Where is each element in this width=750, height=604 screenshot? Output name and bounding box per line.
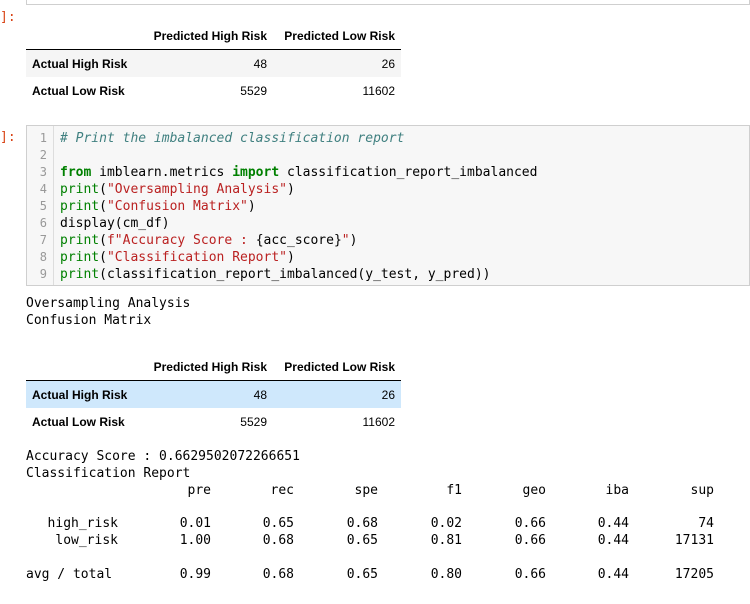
- report-cell: 0.66: [514, 567, 546, 582]
- report-cell: 0.68: [346, 516, 378, 531]
- code-line: print("Classification Report"): [60, 250, 295, 265]
- index-header: [26, 353, 144, 381]
- table-row: Actual High Risk 48 26: [26, 380, 401, 408]
- report-cell: 0.99: [179, 567, 211, 582]
- table-cell: 11602: [362, 414, 395, 429]
- column-header: Predicted High Risk: [144, 353, 267, 381]
- report-column-header: f1: [446, 483, 462, 498]
- report-row-label: high_risk: [47, 516, 118, 531]
- output-text: Confusion Matrix: [26, 313, 152, 328]
- report-cell: 0.65: [346, 567, 378, 582]
- report-cell: 0.66: [514, 516, 546, 531]
- report-cell: 0.68: [262, 533, 294, 548]
- code-line: # Print the imbalanced classification re…: [60, 131, 405, 146]
- report-cell: 0.44: [597, 516, 629, 531]
- confusion-matrix-table-output: Predicted High Risk Predicted Low Risk A…: [26, 353, 401, 435]
- table-cell: 48: [253, 387, 267, 402]
- report-column-header: spe: [354, 483, 378, 498]
- report-column-header: rec: [270, 483, 294, 498]
- row-label: Actual Low Risk: [32, 414, 125, 429]
- line-number: 2: [39, 148, 47, 162]
- line-number: 4: [39, 182, 47, 196]
- table-cell: 11602: [362, 83, 395, 98]
- line-number: 6: [39, 216, 47, 230]
- report-cell: 0.01: [179, 516, 211, 531]
- report-cell: 0.44: [597, 567, 629, 582]
- table-cell: 26: [381, 56, 395, 71]
- report-row-label: avg / total: [26, 567, 113, 582]
- column-header: Predicted Low Risk: [267, 353, 401, 381]
- table-row: Actual Low Risk 5529 11602: [26, 77, 401, 104]
- report-cell: 0.68: [262, 567, 294, 582]
- column-header: Predicted Low Risk: [267, 22, 401, 50]
- report-column-header: geo: [522, 483, 546, 498]
- report-cell: 0.81: [430, 533, 462, 548]
- report-cell: 0.44: [597, 533, 629, 548]
- report-cell: 74: [698, 516, 714, 531]
- gutter-divider: [53, 126, 54, 285]
- report-column-header: pre: [187, 483, 211, 498]
- code-line: print("Oversampling Analysis"): [60, 182, 295, 197]
- table-row: Actual High Risk 48 26: [26, 49, 401, 77]
- code-line: print("Confusion Matrix"): [60, 199, 256, 214]
- table-cell: 48: [253, 56, 267, 71]
- table-row: Actual Low Risk 5529 11602: [26, 408, 401, 435]
- code-line: print(classification_report_imbalanced(y…: [60, 267, 491, 282]
- line-number: 3: [39, 165, 47, 179]
- row-label: Actual High Risk: [32, 56, 128, 71]
- code-cell-editor[interactable]: 1 2 3 4 5 6 7 8 9 # Print the imbalanced…: [26, 125, 750, 286]
- report-cell: 0.80: [430, 567, 462, 582]
- table-cell: 5529: [240, 83, 267, 98]
- confusion-matrix-table: Predicted High Risk Predicted Low Risk A…: [26, 22, 401, 104]
- code-line: from imblearn.metrics import classificat…: [60, 165, 538, 180]
- code-line: print(f"Accuracy Score : {acc_score}"): [60, 233, 358, 248]
- line-number: 7: [39, 233, 47, 247]
- report-cell: 0.66: [514, 533, 546, 548]
- code-line: display(cm_df): [60, 216, 170, 231]
- report-title: Classification Report: [26, 466, 191, 481]
- line-number: 8: [39, 250, 47, 264]
- accuracy-score: Accuracy Score : 0.6629502072266651: [26, 449, 300, 464]
- report-column-header: sup: [690, 483, 714, 498]
- index-header: [26, 22, 144, 50]
- previous-cell-border: [26, 0, 750, 5]
- output-prompt: ]:: [0, 10, 16, 25]
- report-cell: 1.00: [179, 533, 211, 548]
- row-label: Actual Low Risk: [32, 83, 125, 98]
- table-cell: 5529: [240, 414, 267, 429]
- input-prompt: ]:: [0, 130, 16, 145]
- report-cell: 0.65: [262, 516, 294, 531]
- line-number: 1: [39, 131, 47, 145]
- report-cell: 0.65: [346, 533, 378, 548]
- line-number: 9: [39, 267, 47, 281]
- report-cell: 0.02: [430, 516, 462, 531]
- report-cell: 17205: [674, 567, 714, 582]
- report-column-header: iba: [605, 483, 629, 498]
- row-label: Actual High Risk: [32, 387, 128, 402]
- column-header: Predicted High Risk: [144, 22, 267, 50]
- line-number: 5: [39, 199, 47, 213]
- output-text: Oversampling Analysis: [26, 296, 191, 311]
- report-row-label: low_risk: [55, 533, 118, 548]
- report-cell: 17131: [674, 533, 714, 548]
- table-cell: 26: [381, 387, 395, 402]
